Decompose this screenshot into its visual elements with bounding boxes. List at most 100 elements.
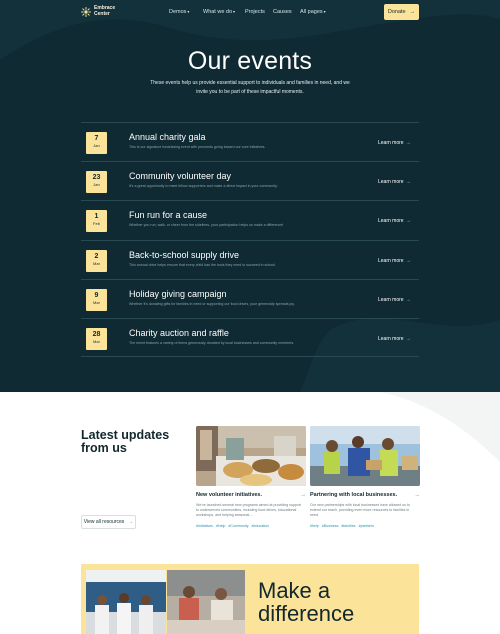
volunteers-serving-photo <box>167 570 245 634</box>
date-badge: 23 Jan <box>86 171 107 194</box>
updates-title: Latest updates from us <box>81 428 170 455</box>
date-month: Feb <box>93 221 100 227</box>
page-title: Our events <box>187 47 313 75</box>
tag[interactable]: #Initiatives <box>196 524 213 528</box>
date-badge: 1 Feb <box>86 210 107 233</box>
tag[interactable]: #partners <box>359 524 374 528</box>
date-badge: 7 Jan <box>86 132 107 154</box>
tag[interactable]: #Community <box>228 524 248 528</box>
menu-item-what-we-do[interactable]: What we do▾ <box>203 9 235 15</box>
tag[interactable]: #Business <box>322 524 339 528</box>
date-badge: 2 Mar <box>86 249 107 272</box>
learn-more-link[interactable]: Learn more → <box>378 179 411 185</box>
card-tags: #Initiatives #Help #Community #education <box>196 524 269 528</box>
date-month: Jan <box>93 143 100 148</box>
menu-item-causes[interactable]: Causes <box>273 9 292 15</box>
learn-more-link[interactable]: Learn more → <box>378 218 411 224</box>
arrow-right-icon: → <box>300 492 307 498</box>
date-day: 28 <box>92 330 101 338</box>
event-title: Annual charity gala <box>129 132 206 142</box>
menu-item-label: Causes <box>273 9 292 15</box>
top-nav: Embrace Center Demos▾ What we do▾ Projec… <box>0 0 500 26</box>
card-description: We've launched several new programs aime… <box>196 503 302 517</box>
tag[interactable]: #Help <box>216 524 225 528</box>
arrow-right-icon: → <box>128 519 134 525</box>
link-label: Learn more <box>378 257 404 264</box>
menu-item-label: All pages <box>300 9 323 15</box>
chevron-down-icon: ▾ <box>233 9 236 14</box>
learn-more-link[interactable]: Learn more → <box>378 140 411 146</box>
volunteers-boxes-photo <box>310 426 420 486</box>
event-title: Fun run for a cause <box>129 210 208 221</box>
event-title: Holiday giving campaign <box>129 288 227 299</box>
tag[interactable]: #help <box>310 524 319 528</box>
menu-item-projects[interactable]: Projects <box>245 9 265 15</box>
tag[interactable]: #families <box>341 524 355 528</box>
link-label: Learn more <box>378 335 404 342</box>
make-a-difference-banner: Make a difference <box>81 564 419 634</box>
date-day: 2 <box>94 252 99 260</box>
card-description: Our new partnerships with local business… <box>310 503 410 517</box>
event-row: 28 Mar Charity auction and raffle The eve… <box>81 317 419 358</box>
menu-item-label: Demos <box>169 9 187 15</box>
volunteers-food-photo <box>196 426 306 486</box>
update-card[interactable]: Partnering with local businesses. → Our … <box>310 426 420 528</box>
date-month: Mar <box>93 299 100 305</box>
arrow-right-icon: → <box>405 296 411 303</box>
events-section: Embrace Center Demos▾ What we do▾ Projec… <box>0 0 500 392</box>
arrow-right-icon: → <box>405 179 411 186</box>
event-row: 7 Jan Annual charity gala This is our sig… <box>81 122 419 161</box>
chevron-down-icon: ▾ <box>323 9 326 14</box>
donate-label: Donate <box>387 9 406 15</box>
menu-item-label: What we do <box>203 9 233 15</box>
update-card[interactable]: New volunteer initiatives. → We've launc… <box>196 426 306 528</box>
date-month: Jan <box>93 182 100 188</box>
view-all-resources-button[interactable]: View all resources → <box>81 515 136 529</box>
event-title: Community volunteer day <box>129 171 232 182</box>
events-list: 7 Jan Annual charity gala This is our sig… <box>81 122 419 358</box>
date-badge: 28 Mar <box>86 327 107 350</box>
arrow-right-icon: → <box>405 257 411 264</box>
card-title: Partnering with local businesses. <box>310 492 398 498</box>
event-row: 2 Mar Back-to-school supply drive This an… <box>81 239 419 279</box>
event-description: Whether it's donating gifts for families… <box>129 301 295 306</box>
date-day: 9 <box>94 291 99 299</box>
event-description: The event features a variety of items ge… <box>129 340 295 345</box>
tag[interactable]: #education <box>252 524 270 528</box>
button-label: View all resources <box>83 519 125 525</box>
date-badge: 9 Mar <box>86 288 107 311</box>
event-row: 23 Jan Community volunteer day It's a gre… <box>81 161 419 200</box>
arrow-right-icon: → <box>405 335 411 342</box>
card-tags: #help #Business #families #partners <box>310 524 374 528</box>
link-label: Learn more <box>378 218 404 225</box>
logo-text: Embrace Center <box>94 5 116 17</box>
volunteers-group-photo <box>86 570 166 634</box>
event-row: 1 Feb Fun run for a cause Whether you run… <box>81 200 419 239</box>
page-subtitle: These events help us provide essential s… <box>150 80 350 95</box>
learn-more-link[interactable]: Learn more → <box>378 258 411 264</box>
link-label: Learn more <box>378 140 404 146</box>
arrow-right-icon: → <box>414 492 421 498</box>
chevron-down-icon: ▾ <box>187 9 190 14</box>
link-label: Learn more <box>378 296 404 303</box>
arrow-right-icon: → <box>409 9 416 15</box>
arrow-right-icon: → <box>405 140 411 146</box>
learn-more-link[interactable]: Learn more → <box>378 297 411 303</box>
date-month: Mar <box>93 260 100 266</box>
link-label: Learn more <box>378 179 404 186</box>
event-title: Charity auction and raffle <box>129 327 229 338</box>
arrow-right-icon: → <box>405 218 411 225</box>
sun-logo-icon <box>81 6 91 17</box>
menu-item-all-pages[interactable]: All pages▾ <box>300 9 326 15</box>
donate-button[interactable]: Donate → <box>384 4 419 20</box>
date-day: 7 <box>94 135 99 142</box>
date-month: Mar <box>93 338 100 344</box>
card-title: New volunteer initiatives. <box>196 492 263 498</box>
event-description: This is our signature fundraising event … <box>129 145 266 149</box>
menu-item-demos[interactable]: Demos▾ <box>169 9 189 15</box>
banner-heading: Make a difference <box>258 578 355 626</box>
logo[interactable]: Embrace Center <box>81 5 116 17</box>
menu-item-label: Projects <box>245 9 265 15</box>
learn-more-link[interactable]: Learn more → <box>378 336 411 342</box>
event-description: It's a great opportunity to meet fellow … <box>129 184 278 189</box>
